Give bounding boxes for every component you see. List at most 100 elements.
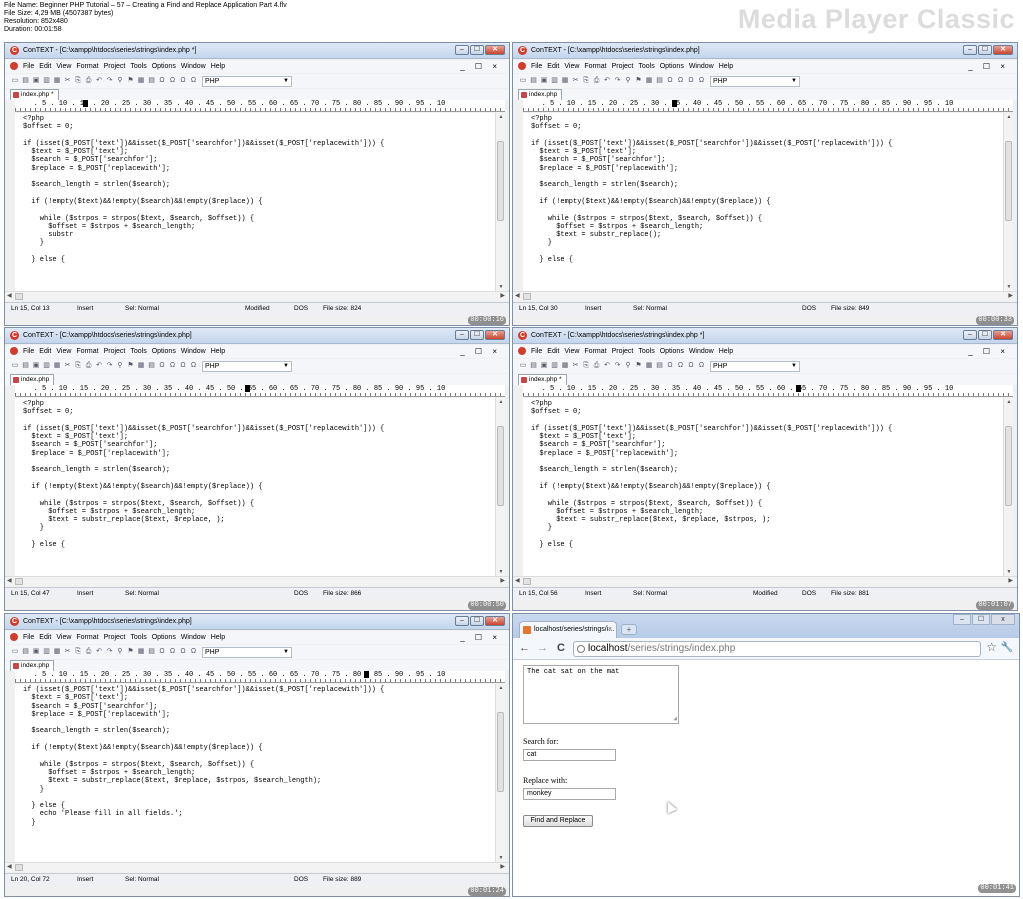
menu-item-help[interactable]: Help: [211, 346, 225, 357]
search-input[interactable]: cat: [523, 749, 616, 761]
toolbar-icon[interactable]: ▥: [550, 76, 560, 86]
mdi-controls[interactable]: _ ☐ ×: [460, 61, 501, 72]
toolbar-icon[interactable]: Ω: [665, 361, 675, 371]
code-editor[interactable]: <?php $offset = 0; if (isset($_POST['text'…: [15, 398, 501, 576]
menu-item-window[interactable]: Window: [689, 346, 714, 357]
toolbar-icon[interactable]: ▥: [42, 361, 52, 371]
toolbar-icon[interactable]: Ω: [157, 361, 167, 371]
toolbar-icon[interactable]: ▤: [655, 76, 665, 86]
toolbar-icon[interactable]: ✂: [63, 361, 73, 371]
toolbar-icon[interactable]: ⎙: [592, 76, 602, 86]
scroll-right-icon[interactable]: ▶: [1008, 577, 1013, 584]
find-and-replace-button[interactable]: Find and Replace: [523, 815, 593, 827]
scroll-thumb[interactable]: [497, 141, 504, 221]
file-tab[interactable]: index.php: [10, 660, 55, 671]
menu-item-help[interactable]: Help: [719, 346, 733, 357]
menu-item-options[interactable]: Options: [152, 61, 176, 72]
maximize-button[interactable]: ☐: [470, 45, 484, 55]
toolbar-icon[interactable]: ↶: [602, 361, 612, 371]
scroll-thumb[interactable]: [1005, 426, 1012, 506]
close-button[interactable]: ✕: [485, 330, 505, 340]
scroll-up-icon[interactable]: ▲: [497, 399, 505, 405]
close-button[interactable]: ✕: [993, 330, 1013, 340]
toolbar-icon[interactable]: ▣: [31, 361, 41, 371]
toolbar-icon[interactable]: ⚲: [623, 361, 633, 371]
toolbar-icon[interactable]: ▣: [31, 76, 41, 86]
toolbar-icon[interactable]: Ω: [178, 76, 188, 86]
menu-item-tools[interactable]: Tools: [638, 61, 654, 72]
document-menu-icon[interactable]: [10, 347, 18, 355]
language-select[interactable]: PHP ▼: [202, 361, 292, 372]
horizontal-scrollbar[interactable]: ◀ ▶: [5, 291, 509, 301]
toolbar-icon[interactable]: ▤: [21, 361, 31, 371]
browser-close-button[interactable]: x: [991, 614, 1015, 625]
file-tab[interactable]: index.php *: [10, 89, 59, 100]
scroll-left-icon[interactable]: ◀: [7, 577, 12, 584]
toolbar-icon[interactable]: ▦: [644, 361, 654, 371]
menu-item-project[interactable]: Project: [612, 61, 634, 72]
scroll-right-icon[interactable]: ▶: [500, 292, 505, 299]
menu-item-file[interactable]: File: [531, 61, 542, 72]
code-editor[interactable]: <?php $offset = 0; if (isset($_POST['text'…: [523, 398, 1009, 576]
minimize-button[interactable]: –: [455, 616, 469, 626]
toolbar-icon[interactable]: ▦: [560, 361, 570, 371]
maximize-button[interactable]: ☐: [978, 45, 992, 55]
toolbar-icon[interactable]: ⚲: [115, 647, 125, 657]
hscroll-thumb[interactable]: [15, 864, 23, 871]
menu-item-tools[interactable]: Tools: [638, 346, 654, 357]
menu-item-project[interactable]: Project: [104, 61, 126, 72]
menu-item-edit[interactable]: Edit: [39, 61, 51, 72]
toolbar-icon[interactable]: ▥: [550, 361, 560, 371]
vertical-scrollbar[interactable]: ▲ ▼: [1003, 113, 1013, 291]
toolbar-icon[interactable]: Ω: [697, 76, 707, 86]
scroll-down-icon[interactable]: ▼: [1005, 569, 1013, 575]
scroll-thumb[interactable]: [497, 426, 504, 506]
toolbar-icon[interactable]: ▭: [10, 76, 20, 86]
hscroll-thumb[interactable]: [15, 578, 23, 585]
scroll-up-icon[interactable]: ▲: [1005, 399, 1013, 405]
reload-icon[interactable]: C: [557, 642, 565, 655]
toolbar-icon[interactable]: Ω: [178, 361, 188, 371]
file-tab[interactable]: index.php: [518, 89, 563, 100]
menu-item-project[interactable]: Project: [612, 346, 634, 357]
menu-item-view[interactable]: View: [564, 346, 579, 357]
toolbar-icon[interactable]: ⚲: [115, 76, 125, 86]
minimize-button[interactable]: –: [963, 330, 977, 340]
menu-item-view[interactable]: View: [56, 632, 71, 643]
new-tab-button[interactable]: +: [621, 624, 637, 635]
scroll-up-icon[interactable]: ▲: [1005, 114, 1013, 120]
document-menu-icon[interactable]: [518, 62, 526, 70]
toolbar-icon[interactable]: ⎘: [73, 647, 83, 657]
toolbar-icon[interactable]: ▤: [21, 76, 31, 86]
toolbar-icon[interactable]: Ω: [189, 647, 199, 657]
toolbar-icon[interactable]: ⚑: [634, 76, 644, 86]
language-select[interactable]: PHP ▼: [710, 361, 800, 372]
toolbar-icon[interactable]: ▦: [560, 76, 570, 86]
menu-item-tools[interactable]: Tools: [130, 632, 146, 643]
toolbar-icon[interactable]: ▥: [42, 76, 52, 86]
toolbar-icon[interactable]: ↷: [105, 76, 115, 86]
toolbar-icon[interactable]: ↷: [105, 361, 115, 371]
code-editor[interactable]: <?php $offset = 0; if (isset($_POST['text'…: [15, 113, 501, 291]
forward-icon[interactable]: →: [537, 642, 548, 655]
menu-item-edit[interactable]: Edit: [547, 61, 559, 72]
toolbar-icon[interactable]: ▤: [21, 647, 31, 657]
toolbar-icon[interactable]: ✂: [63, 647, 73, 657]
toolbar-icon[interactable]: ↶: [94, 647, 104, 657]
scroll-right-icon[interactable]: ▶: [1008, 292, 1013, 299]
toolbar-icon[interactable]: ▣: [539, 361, 549, 371]
scroll-down-icon[interactable]: ▼: [497, 569, 505, 575]
vertical-scrollbar[interactable]: ▲ ▼: [495, 113, 505, 291]
back-icon[interactable]: ←: [519, 642, 530, 655]
browser-minimize-button[interactable]: –: [953, 614, 971, 625]
toolbar-icon[interactable]: ✂: [571, 76, 581, 86]
toolbar-icon[interactable]: ⎘: [73, 76, 83, 86]
menu-item-options[interactable]: Options: [660, 61, 684, 72]
toolbar-icon[interactable]: Ω: [189, 361, 199, 371]
close-button[interactable]: ✕: [485, 45, 505, 55]
toolbar-icon[interactable]: ↷: [105, 647, 115, 657]
close-button[interactable]: ✕: [485, 616, 505, 626]
toolbar-icon[interactable]: ⎙: [84, 647, 94, 657]
scroll-down-icon[interactable]: ▼: [497, 284, 505, 290]
replace-input[interactable]: monkey: [523, 788, 616, 800]
